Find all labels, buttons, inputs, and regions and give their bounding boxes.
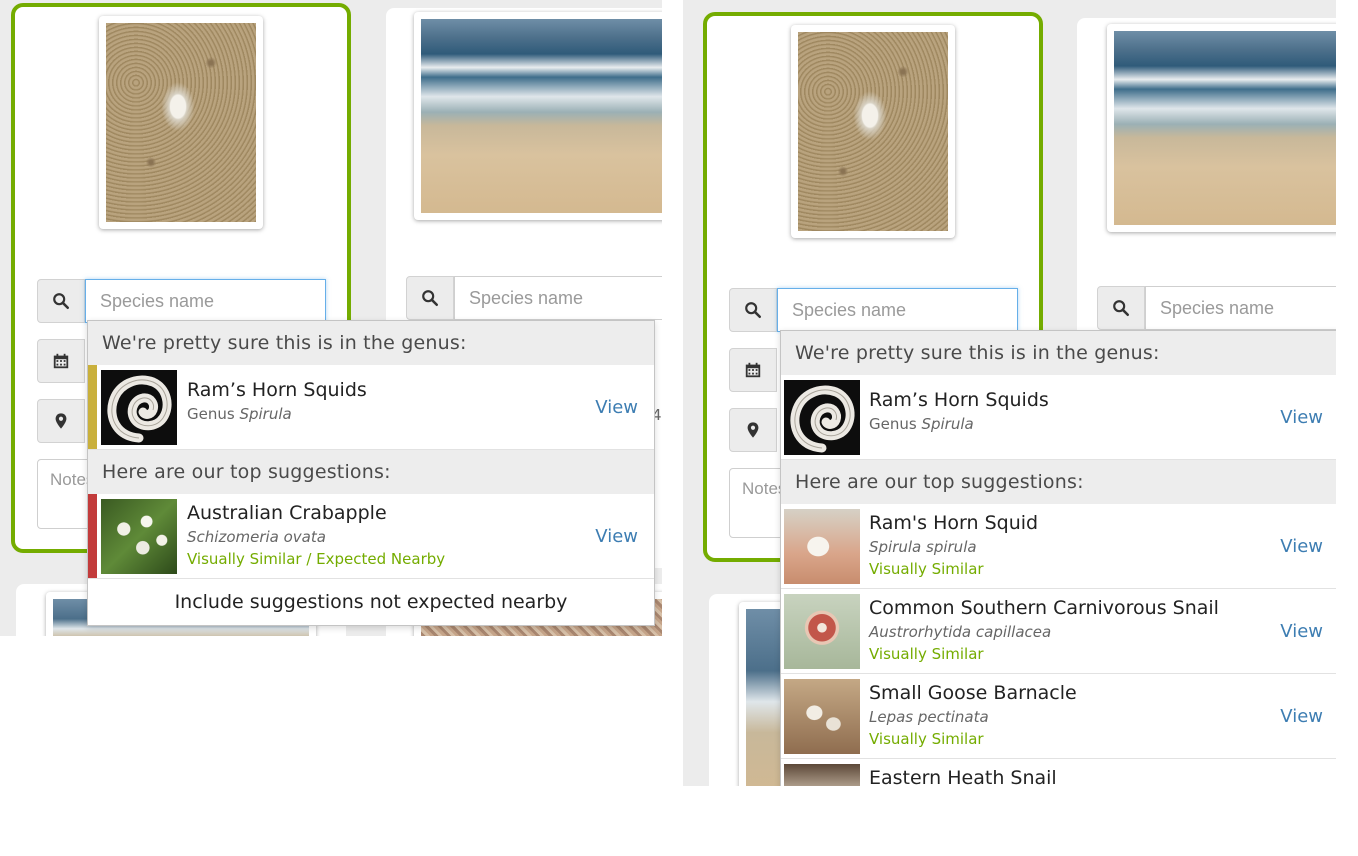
taxon-photo <box>784 679 860 754</box>
genus-section-header: We're pretty sure this is in the genus: <box>781 331 1336 375</box>
taxon-scientific-name: Genus Spirula <box>187 405 292 423</box>
observation-panel-left: Notes 4 We're pretty sure this is in the… <box>0 0 662 636</box>
species-suggestions-dropdown: We're pretty sure this is in the genus: … <box>780 330 1336 786</box>
observation-photo-beach <box>421 19 662 213</box>
species-name-input[interactable] <box>85 279 326 323</box>
suggestion-reason: Visually Similar <box>869 560 984 578</box>
confidence-bar <box>88 365 97 449</box>
species-suggestion[interactable]: Australian Crabapple Schizomeria ovata V… <box>88 494 654 579</box>
search-addon <box>729 288 777 332</box>
taxon-photo <box>101 370 177 445</box>
view-taxon-link[interactable]: View <box>1280 589 1323 673</box>
observation-photo-frame[interactable] <box>414 12 662 220</box>
search-icon <box>1112 299 1130 317</box>
taxon-common-name: Common Southern Carnivorous Snail <box>869 597 1219 619</box>
suggestion-reason: Visually Similar <box>869 730 984 748</box>
search-addon <box>37 279 85 323</box>
suggestion-reason: Visually Similar / Expected Nearby <box>187 550 446 568</box>
include-not-nearby-button[interactable]: Include suggestions not expected nearby <box>88 579 654 625</box>
view-taxon-link[interactable]: View <box>1280 504 1323 588</box>
search-addon <box>406 276 454 320</box>
taxon-common-name: Small Goose Barnacle <box>869 682 1077 704</box>
taxon-scientific-name: Spirula spirula <box>869 538 977 556</box>
view-taxon-link[interactable]: View <box>1280 375 1323 459</box>
view-taxon-link[interactable]: View <box>1280 674 1323 758</box>
map-marker-icon <box>744 421 762 439</box>
taxon-photo <box>101 499 177 574</box>
species-suggestion[interactable]: Small Goose Barnacle Lepas pectinata Vis… <box>781 674 1336 759</box>
date-addon[interactable] <box>729 348 777 392</box>
taxon-photo <box>784 764 860 786</box>
taxon-scientific-name: Austrorhytida capillacea <box>869 623 1052 641</box>
species-suggestion[interactable]: Eastern Heath Snail <box>781 759 1336 786</box>
observation-photo-frame[interactable] <box>99 16 263 229</box>
suggestion-reason: Visually Similar <box>869 645 984 663</box>
suggestions-section-header: Here are our top suggestions: <box>781 460 1336 504</box>
genus-suggestion[interactable]: Ram’s Horn Squids Genus Spirula View <box>88 365 654 450</box>
date-addon[interactable] <box>37 339 85 383</box>
observation-photo-frame[interactable] <box>791 25 955 238</box>
taxon-photo <box>784 509 860 584</box>
taxon-photo <box>784 594 860 669</box>
taxon-common-name: Ram's Horn Squid <box>869 512 1039 534</box>
taxon-common-name: Eastern Heath Snail <box>869 767 1057 786</box>
search-icon <box>744 301 762 319</box>
observation-photo-shell <box>798 32 948 231</box>
location-addon[interactable] <box>729 408 777 452</box>
species-name-input[interactable] <box>777 288 1018 332</box>
search-icon <box>421 289 439 307</box>
view-taxon-link[interactable]: View <box>595 365 638 449</box>
taxon-common-name: Ram’s Horn Squids <box>187 379 367 401</box>
species-name-input[interactable] <box>454 276 662 320</box>
view-taxon-link[interactable]: View <box>595 494 638 578</box>
genus-section-header: We're pretty sure this is in the genus: <box>88 321 654 365</box>
genus-suggestion[interactable]: Ram’s Horn Squids Genus Spirula View <box>781 375 1336 460</box>
location-addon[interactable] <box>37 399 85 443</box>
taxon-scientific-name: Genus Spirula <box>869 415 974 433</box>
taxon-common-name: Ram’s Horn Squids <box>869 389 1049 411</box>
taxon-common-name: Australian Crabapple <box>187 502 387 524</box>
calendar-icon <box>52 352 70 370</box>
observation-photo-beach <box>1114 31 1336 225</box>
observation-photo-shell <box>106 23 256 222</box>
observation-photo-frame[interactable] <box>1107 24 1336 232</box>
search-addon <box>1097 286 1145 330</box>
taxon-scientific-name: Schizomeria ovata <box>187 528 326 546</box>
taxon-scientific-name: Lepas pectinata <box>869 708 989 726</box>
species-suggestion[interactable]: Common Southern Carnivorous Snail Austro… <box>781 589 1336 674</box>
species-suggestions-dropdown: We're pretty sure this is in the genus: … <box>87 320 655 626</box>
confidence-bar <box>88 494 97 578</box>
species-name-input[interactable] <box>1145 286 1336 330</box>
calendar-icon <box>744 361 762 379</box>
search-icon <box>52 292 70 310</box>
map-marker-icon <box>52 412 70 430</box>
species-suggestion[interactable]: Ram's Horn Squid Spirula spirula Visuall… <box>781 504 1336 589</box>
taxon-photo <box>784 380 860 455</box>
suggestions-section-header: Here are our top suggestions: <box>88 450 654 494</box>
observation-panel-right: Notes We're pretty sure this is in the g… <box>683 0 1336 786</box>
